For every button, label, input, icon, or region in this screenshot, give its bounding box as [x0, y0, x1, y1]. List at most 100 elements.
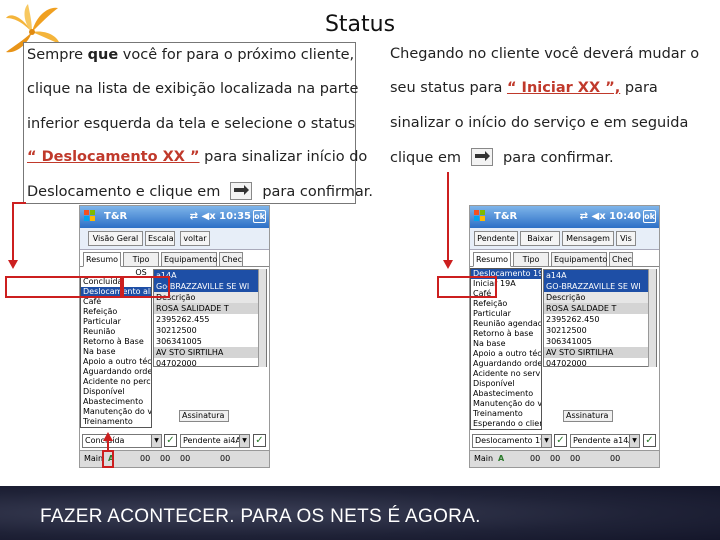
dropdown-item[interactable]: Particular [81, 317, 151, 327]
page-title: Status [324, 12, 396, 37]
tab-assinatura[interactable]: Assinatura [179, 410, 229, 422]
table-row[interactable]: 2395262.450 [544, 314, 656, 325]
scrollbar[interactable] [648, 269, 656, 367]
tab-resumo[interactable]: Resumo [473, 252, 511, 267]
dropdown-item[interactable]: Esperando o client [471, 419, 541, 429]
instruction-line: clique na lista de exibição localizada n… [27, 81, 359, 97]
dropdown-item[interactable]: Abastecimento [81, 397, 151, 407]
table-row[interactable]: 2395262.455 [154, 314, 266, 325]
tab-chec[interactable]: Chec [609, 252, 633, 267]
status-select[interactable]: Deslocamento 19A ▼ [472, 434, 552, 448]
topbar-button[interactable]: Escala [145, 231, 175, 246]
table-row[interactable]: 306341005 [154, 336, 266, 347]
tab-resumo[interactable]: Resumo [83, 252, 121, 267]
dropdown-item[interactable]: Particular [471, 309, 541, 319]
check-icon[interactable]: ✓ [253, 434, 266, 447]
dropdown-item[interactable]: Treinamento [81, 417, 151, 427]
dropdown-item[interactable]: Treinamento [471, 409, 541, 419]
topbar-button[interactable]: Visão Geral [88, 231, 143, 246]
pending-select[interactable]: Pendente ai4A ▼ [180, 434, 250, 448]
dropdown-item[interactable]: Na base [471, 339, 541, 349]
dropdown-item[interactable]: Refeição [81, 307, 151, 317]
text-fragment: seu status para [390, 80, 507, 96]
dropdown-item[interactable]: Refeição [471, 299, 541, 309]
table-row[interactable]: 04702000 [544, 358, 656, 369]
table-row[interactable]: GO-BRAZZAVILLE SE WI [544, 281, 656, 292]
tab-equipamento[interactable]: Equipamento [161, 252, 217, 267]
taskbar-main[interactable]: Main [474, 451, 493, 467]
ok-button[interactable]: ok [253, 210, 266, 223]
taskbar-item[interactable]: 00 [530, 451, 540, 467]
topbar-button[interactable]: Vis [616, 231, 636, 246]
table-row[interactable]: a14A [154, 270, 266, 281]
dropdown-item[interactable]: Apoio a outro técn [81, 357, 151, 367]
pending-select[interactable]: Pendente a14A ▼ [570, 434, 640, 448]
table-row[interactable]: 306341005 [544, 336, 656, 347]
highlight-box [5, 276, 122, 298]
dropdown-item[interactable]: Reunião agendada [471, 319, 541, 329]
taskbar-item[interactable]: 00 [550, 451, 560, 467]
annotation-line [12, 203, 14, 263]
tab-tipo-os[interactable]: Tipo OS [123, 252, 159, 277]
taskbar-item[interactable]: 00 [220, 451, 230, 467]
taskbar-item[interactable]: 00 [160, 451, 170, 467]
tab-tipo-os[interactable]: Tipo OS [513, 252, 549, 277]
highlight-box [437, 276, 497, 298]
dropdown-item[interactable]: Apoio a outro téc [471, 349, 541, 359]
scrollbar[interactable] [258, 269, 266, 367]
table-row[interactable]: 04702000 [154, 358, 266, 369]
windows-start-icon[interactable] [83, 209, 97, 223]
taskbar-item[interactable]: 00 [610, 451, 620, 467]
dropdown-item[interactable]: Aguardando ordem [81, 367, 151, 377]
check-icon[interactable]: ✓ [554, 434, 567, 447]
tab-assinatura[interactable]: Assinatura [563, 410, 613, 422]
taskbar-main[interactable]: Main [84, 451, 103, 467]
dropdown-item[interactable]: Abastecimento [471, 389, 541, 399]
dropdown-item[interactable]: Café [81, 297, 151, 307]
check-icon[interactable]: ✓ [643, 434, 656, 447]
text-emphasis: que [87, 47, 119, 63]
dropdown-item[interactable]: Retorno à base [471, 329, 541, 339]
status-dropdown-list[interactable]: Concluída Deslocamento ali 4A Café Refei… [80, 276, 152, 428]
topbar-button[interactable]: Pendente [474, 231, 518, 246]
phone-titlebar: T&R ⇄ ◀x 10:40 ok [470, 206, 659, 228]
table-row[interactable]: AV STO SIRTILHA [154, 347, 266, 358]
taskbar-item[interactable]: 00 [180, 451, 190, 467]
dropdown-item[interactable]: Aguardando ordem [471, 359, 541, 369]
table-row[interactable]: 30212500 [154, 325, 266, 336]
table-row[interactable]: a14A [544, 270, 656, 281]
tab-chec[interactable]: Chec [219, 252, 243, 267]
check-icon[interactable]: ✓ [164, 434, 177, 447]
ok-button[interactable]: ok [643, 210, 656, 223]
topbar-button[interactable]: Mensagem [562, 231, 614, 246]
taskbar-a[interactable]: A [498, 451, 504, 467]
dropdown-item[interactable]: Na base [81, 347, 151, 357]
instructions-left: Sempre que você for para o próximo clien… [23, 42, 373, 204]
table-row[interactable]: ROSA SALDADE T [544, 303, 656, 314]
tab-equipamento[interactable]: Equipamento [551, 252, 607, 267]
table-row[interactable]: 30212500 [544, 325, 656, 336]
dropdown-item[interactable]: Disponível [471, 379, 541, 389]
windows-start-icon[interactable] [473, 209, 487, 223]
dropdown-item[interactable]: Manutenção do veí [81, 407, 151, 417]
arrow-down-icon [8, 260, 18, 269]
dropdown-item[interactable]: Disponível [81, 387, 151, 397]
taskbar-item[interactable]: 00 [140, 451, 150, 467]
chevron-down-icon: ▼ [239, 435, 249, 447]
table-row[interactable]: AV STO SIRTILHA [544, 347, 656, 358]
topbar-button[interactable]: Baixar [520, 231, 560, 246]
taskbar-item[interactable]: 00 [570, 451, 580, 467]
select-value: Pendente a14A [573, 436, 634, 445]
footer-slogan: FAZER ACONTECER. PARA OS NETS É AGORA. [40, 506, 481, 527]
status-time: ⇄ ◀x 10:40 [579, 211, 641, 222]
dropdown-item[interactable]: Manutenção do ve [471, 399, 541, 409]
status-select[interactable]: Concluída ▼ [82, 434, 162, 448]
dropdown-item[interactable]: Reunião [81, 327, 151, 337]
table-row[interactable]: Go-BRAZZAVILLE SE WI [154, 281, 266, 292]
dropdown-item[interactable]: Acidente no serviço [471, 369, 541, 379]
dropdown-item[interactable]: Acidente no percurso [81, 377, 151, 387]
highlight-box [122, 276, 170, 298]
topbar-button[interactable]: voltar [180, 231, 210, 246]
table-row[interactable]: ROSA SALIDADE T [154, 303, 266, 314]
dropdown-item[interactable]: Retorno à Base [81, 337, 151, 347]
